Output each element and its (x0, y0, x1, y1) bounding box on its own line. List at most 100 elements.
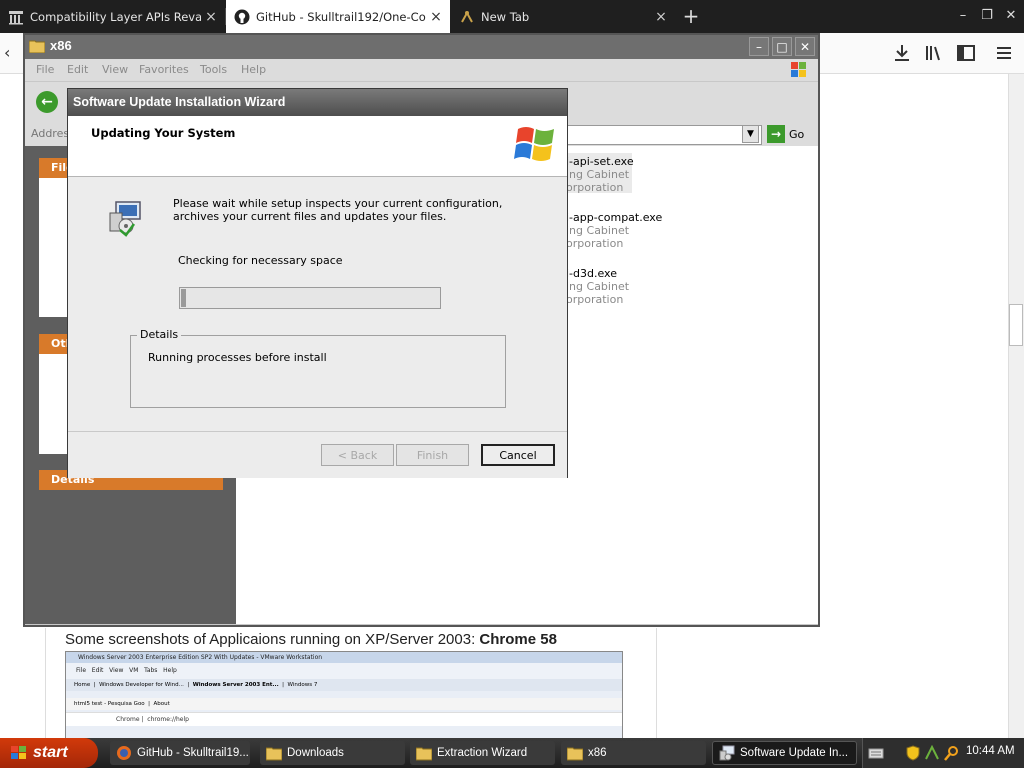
screenshot-url-label: Chrome (116, 716, 140, 723)
screenshot-vm-tabs: Home | Windows Developer for Wind... | W… (66, 679, 622, 691)
browser-restore-button[interactable]: ❐ (976, 6, 998, 26)
archive-icon (9, 10, 23, 24)
sidebar-icon[interactable] (954, 41, 978, 65)
chevron-down-icon[interactable]: ▼ (742, 125, 759, 143)
screenshot-browser-tabs: html5 test - Pesquisa Goo | About (66, 698, 622, 710)
taskbar-item-github[interactable]: GitHub - Skulltrail19... (110, 741, 250, 765)
wizard-heading: Updating Your System (91, 126, 236, 140)
browser-minimize-button[interactable]: – (952, 6, 974, 26)
progress-bar-fill (181, 289, 186, 307)
back-arrow-icon[interactable]: ‹ (4, 41, 24, 65)
windows-flag-icon (514, 127, 554, 161)
taskbar-item-software-update[interactable]: Software Update In... (712, 741, 857, 765)
wizard-title: Software Update Installation Wizard (73, 95, 286, 109)
tab-github[interactable]: GitHub - Skulltrail192/One-Core-AP × (226, 0, 450, 33)
screenshot-menu: File Edit View VM Tabs Help (66, 663, 622, 679)
file-name: i-api-set.exe (566, 155, 634, 168)
file-company: orporation (566, 237, 624, 250)
go-arrow-icon[interactable]: → (767, 125, 785, 143)
details-groupbox (130, 335, 506, 408)
new-tab-icon (461, 10, 473, 22)
menu-help[interactable]: Help (241, 63, 266, 76)
close-icon[interactable]: × (651, 9, 671, 25)
screenshot-url: chrome://help (147, 716, 189, 723)
windows-logo-icon (11, 746, 26, 759)
file-type: ing Cabinet (566, 280, 630, 293)
page-text-bold: Chrome 58 (479, 631, 557, 648)
menu-edit[interactable]: Edit (67, 63, 88, 76)
library-icon[interactable] (922, 41, 946, 65)
screenshot-url-bar: Chrome | chrome://help (66, 712, 622, 726)
tab-compatibility-layer[interactable]: Compatibility Layer APIs Revampe × (0, 0, 225, 33)
menu-file[interactable]: File (36, 63, 54, 76)
folder-icon (416, 747, 432, 761)
details-legend: Details (137, 328, 182, 341)
new-tab-button[interactable]: + (680, 5, 702, 27)
security-shield-icon[interactable] (906, 745, 920, 761)
github-icon (234, 9, 250, 24)
installer-icon (109, 201, 141, 237)
taskbar-label: Downloads (287, 747, 344, 759)
search-icon[interactable] (944, 745, 960, 761)
taskbar-label: GitHub - Skulltrail19... (137, 747, 249, 759)
file-item[interactable]: i-app-compat.exe ing Cabinet orporation (566, 211, 662, 250)
keyboard-icon[interactable] (868, 746, 884, 760)
folder-icon (29, 40, 45, 53)
taskbar-label: Software Update In... (740, 747, 849, 759)
page-text: Some screenshots of Applicaions running … (65, 631, 480, 648)
screenshot-browser-tab: About (153, 701, 170, 707)
embedded-screenshot: Windows Server 2003 Enterprise Edition S… (65, 651, 623, 740)
screenshot-vm-tab: Home (74, 682, 91, 688)
screenshot-vm-tab: Windows Developer for Wind... (99, 682, 184, 688)
close-icon[interactable]: × (201, 9, 221, 25)
screenshot-menu-item: View (109, 667, 124, 674)
go-label[interactable]: Go (789, 128, 804, 141)
address-field[interactable] (560, 125, 762, 145)
screenshot-vm-tab: Windows 7 (287, 682, 318, 688)
taskbar-label: Extraction Wizard (437, 747, 528, 759)
tab-label: GitHub - Skulltrail192/One-Core-AP (256, 9, 426, 24)
browser-close-button[interactable]: ✕ (1000, 6, 1022, 26)
file-item[interactable]: i-d3d.exe ing Cabinet orporation (566, 267, 629, 306)
explorer-title: x86 (50, 38, 72, 53)
taskbar-clock: 10:44 AM (966, 745, 1015, 757)
folder-icon (266, 747, 282, 761)
menu-favorites[interactable]: Favorites (139, 63, 189, 76)
menu-tools[interactable]: Tools (200, 63, 227, 76)
finish-button[interactable]: Finish (396, 444, 469, 466)
back-button[interactable]: ← (36, 91, 58, 113)
tab-label: New Tab (481, 9, 530, 24)
close-icon[interactable]: × (426, 9, 446, 25)
tab-new-tab[interactable]: New Tab × (451, 0, 675, 33)
taskbar-label: x86 (588, 747, 607, 759)
menu-icon[interactable] (992, 41, 1016, 65)
screenshot-menu-item: Tabs (144, 667, 158, 674)
taskbar-item-downloads[interactable]: Downloads (260, 741, 405, 765)
file-company: orporation (566, 181, 624, 194)
tab-label: Compatibility Layer APIs Revampe (30, 9, 201, 24)
start-button[interactable]: start (0, 738, 98, 768)
network-icon[interactable] (924, 745, 940, 761)
details-text: Running processes before install (148, 351, 327, 364)
screenshot-menu-item: Edit (91, 667, 104, 674)
scrollbar-thumb[interactable] (1009, 304, 1023, 346)
menu-view[interactable]: View (102, 63, 128, 76)
wizard-description: Please wait while setup inspects your cu… (173, 197, 503, 223)
taskbar-item-x86[interactable]: x86 (561, 741, 706, 765)
screenshot-menu-item: Help (163, 667, 177, 674)
screenshot-menu-item: VM (129, 667, 139, 674)
installer-icon (719, 745, 735, 761)
explorer-minimize-button[interactable]: – (749, 37, 769, 56)
file-item[interactable]: i-api-set.exe ing Cabinet orporation (566, 155, 634, 194)
taskbar-item-extraction-wizard[interactable]: Extraction Wizard (410, 741, 555, 765)
firefox-icon (117, 746, 131, 760)
explorer-close-button[interactable]: ✕ (795, 37, 815, 56)
cancel-button[interactable]: Cancel (481, 444, 555, 466)
progress-bar (179, 287, 441, 309)
explorer-titlebar[interactable] (25, 35, 818, 59)
download-icon[interactable] (890, 41, 914, 65)
explorer-maximize-button[interactable]: □ (772, 37, 792, 56)
file-type: ing Cabinet (566, 224, 630, 237)
back-button[interactable]: < Back (321, 444, 394, 466)
page-scrollbar[interactable] (1008, 74, 1024, 738)
